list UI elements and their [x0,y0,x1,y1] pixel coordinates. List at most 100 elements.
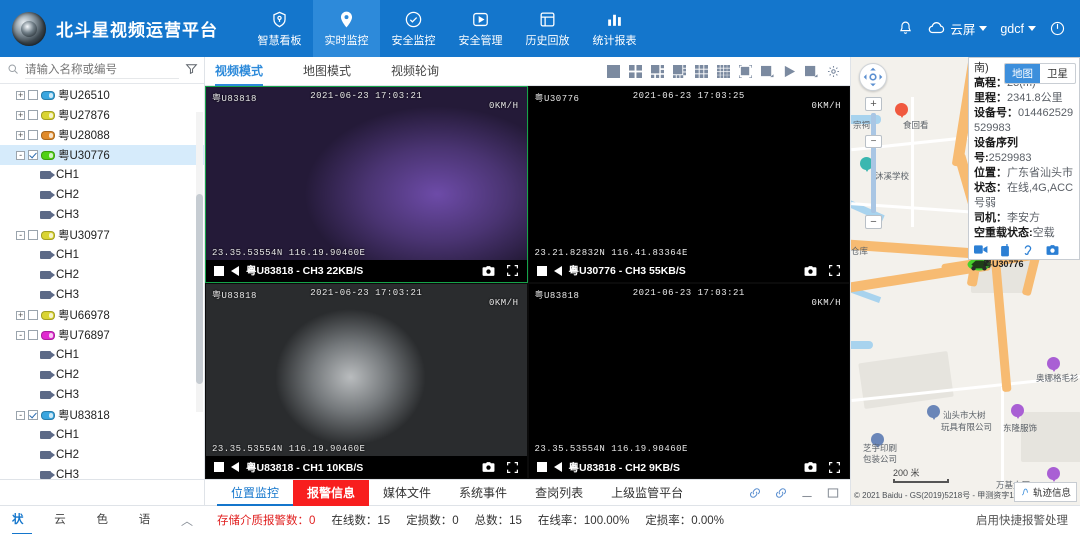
device-tree[interactable]: + 粤U26510 + 粤U27876 + 粤U28088 - 粤U30776 CH1 CH2 CH… [0,84,204,479]
tree-expand-toggle[interactable]: - [16,150,25,160]
tree-expand-toggle[interactable]: + [16,90,25,100]
map-poi-icon[interactable] [1047,357,1060,373]
tree-channel-item[interactable]: CH2 [0,365,204,385]
stop-icon[interactable] [536,462,547,472]
tree-vehicle-item[interactable]: - 粤U83818 [0,405,204,425]
status-tab-item[interactable]: 云台 [54,506,74,534]
chevron-up-icon[interactable]: ︿ [181,512,193,529]
tree-checkbox[interactable] [28,230,38,240]
vehicle-info-popup[interactable]: 南) 高程：23(m)里程：2341.8公里设备号：01446252952998… [968,57,1080,260]
tree-expand-toggle[interactable]: + [16,110,25,120]
bottom-tab-normal[interactable]: 系统事件 [445,480,521,506]
tree-channel-item[interactable]: CH3 [0,465,204,479]
tree-vehicle-item[interactable]: + 粤U27876 [0,105,204,125]
map-poi-icon[interactable] [927,405,940,421]
tab-video-polling[interactable]: 视频轮询 [391,57,439,86]
stop-icon[interactable] [536,265,547,276]
notification-bell-icon[interactable] [897,20,914,37]
map-type-map[interactable]: 地图 [1005,64,1040,83]
tree-checkbox[interactable] [28,110,38,120]
tree-vehicle-item[interactable]: - 粤U76897 [0,325,204,345]
tree-expand-toggle[interactable]: + [16,310,25,320]
video-cell-3[interactable]: 粤U83818 2021-06-23 17:03:21 0KM/H 23.35.… [527,282,850,479]
tree-checkbox[interactable] [28,330,38,340]
speaker-icon[interactable] [231,265,239,276]
tree-channel-item[interactable]: CH2 [0,265,204,285]
intercom-icon[interactable] [1000,244,1010,257]
tree-scrollbar-thumb[interactable] [196,194,203,384]
stop-icon[interactable] [214,265,224,276]
power-icon[interactable] [1049,20,1066,37]
tree-checkbox[interactable] [28,410,38,420]
zoom-slider-handle[interactable]: − [865,135,882,148]
filter-icon[interactable] [185,62,198,78]
tree-channel-item[interactable]: CH2 [0,445,204,465]
tree-channel-item[interactable]: CH1 [0,425,204,445]
settings-gear-icon[interactable] [827,65,840,78]
search-input[interactable] [25,61,179,79]
snapshot-icon[interactable] [1046,244,1059,256]
map-poi-icon[interactable] [895,103,908,119]
grid-6-icon[interactable] [651,64,664,78]
tree-checkbox[interactable] [28,310,38,320]
status-tab-active[interactable]: 状态 [12,506,33,534]
camera-snapshot-icon[interactable] [804,461,817,473]
nav-item-statistics[interactable]: 统计报表 [581,0,648,57]
grid-1-icon[interactable] [607,64,620,78]
zoom-out-button[interactable]: − [865,215,882,229]
play-all-icon[interactable] [783,65,796,78]
bottom-tab-active[interactable]: 位置监控 [217,480,294,506]
bottom-tab-normal[interactable]: 上级监管平台 [597,480,697,506]
tree-vehicle-item[interactable]: + 粤U66978 [0,305,204,325]
expand-icon[interactable] [506,264,519,277]
listen-icon[interactable] [1022,244,1034,257]
tab-video-mode[interactable]: 视频模式 [215,57,264,86]
grid-8-icon[interactable] [673,64,686,78]
bottom-tab-normal[interactable]: 媒体文件 [369,480,445,506]
tree-channel-item[interactable]: CH1 [0,165,204,185]
tree-checkbox[interactable] [28,90,38,100]
cloud-screen-menu[interactable]: 云屏 [927,19,988,38]
tree-channel-item[interactable]: CH1 [0,345,204,365]
grid-16-icon[interactable] [717,64,730,78]
zoom-in-button[interactable]: + [865,97,882,111]
map-poi-icon[interactable] [1047,467,1060,483]
bottom-tab-normal[interactable]: 查岗列表 [521,480,597,506]
tree-channel-item[interactable]: CH3 [0,205,204,225]
tree-expand-toggle[interactable]: - [16,330,25,340]
map-poi-icon[interactable] [1011,404,1024,420]
tree-expand-toggle[interactable]: - [16,230,25,240]
video-camera-icon[interactable] [974,244,988,255]
grid-4-icon[interactable] [629,64,642,78]
user-menu[interactable]: gdcf [1000,22,1036,36]
tab-map-mode[interactable]: 地图模式 [303,57,351,86]
track-info-button[interactable]: 轨迹信息 [1013,482,1077,502]
tree-vehicle-item[interactable]: - 粤U30776 [0,145,204,165]
link-icon[interactable] [774,486,788,500]
status-tab-item[interactable]: 色彩 [97,506,117,534]
nav-item-realtime-monitor[interactable]: 实时监控 [313,0,380,57]
tree-vehicle-item[interactable]: + 粤U26510 [0,85,204,105]
tree-channel-item[interactable]: CH2 [0,185,204,205]
tree-channel-item[interactable]: CH1 [0,245,204,265]
speaker-icon[interactable] [231,462,239,472]
maximize-icon[interactable] [826,486,840,500]
nav-item-dashboard[interactable]: 智慧看板 [246,0,313,57]
quick-alarm-action[interactable]: 启用快捷报警处理 [976,512,1080,528]
tree-channel-item[interactable]: CH3 [0,385,204,405]
map-panel[interactable]: 宗祠食回看沐溪学校仓库沈海高速奥娜格毛衫汕头市大树玩具有限公司东隆服饰芝宇印刷包… [850,57,1080,505]
tree-channel-item[interactable]: CH3 [0,285,204,305]
tree-vehicle-item[interactable]: + 粤U28088 [0,125,204,145]
video-cell-0[interactable]: 粤U83818 2021-06-23 17:03:21 0KM/H 23.35.… [205,86,528,283]
stop-icon[interactable] [214,462,224,472]
bottom-tab-alarm[interactable]: 报警信息 [293,479,370,506]
map-type-satellite[interactable]: 卫星 [1040,64,1075,83]
expand-icon[interactable] [828,264,841,277]
stop-all-icon[interactable] [805,65,818,78]
status-tab-item[interactable]: 语音 [139,506,159,534]
zoom-slider-track[interactable]: − [865,113,882,213]
fullscreen-icon[interactable] [738,63,753,79]
camera-snapshot-icon[interactable] [804,265,817,277]
camera-snapshot-icon[interactable] [482,265,495,277]
expand-icon[interactable] [828,461,841,474]
